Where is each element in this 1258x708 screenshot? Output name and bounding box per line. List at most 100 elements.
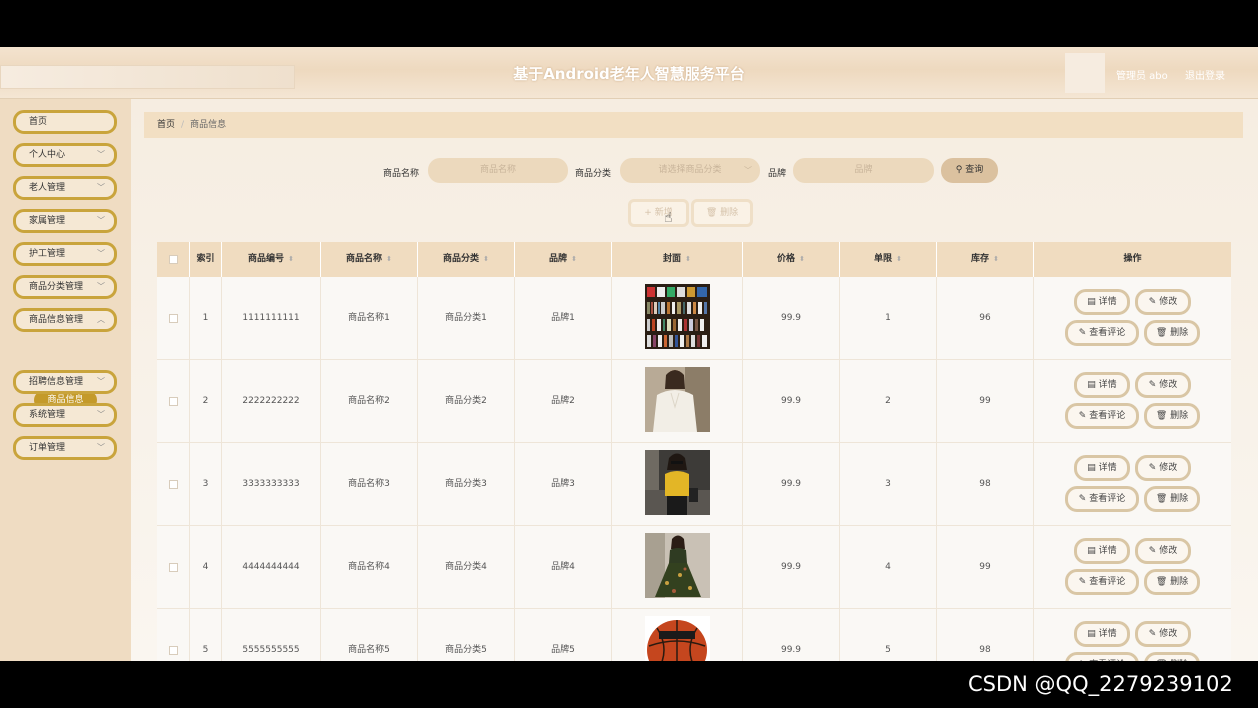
cell-code: 3333333333	[222, 443, 321, 526]
select-all-checkbox[interactable]	[169, 255, 178, 264]
detail-button[interactable]: ▤ 详情	[1074, 621, 1130, 647]
row-checkbox[interactable]	[169, 646, 178, 655]
row-select-cell	[157, 277, 190, 360]
edit-button-label: 修改	[1159, 380, 1178, 390]
cover-image-yellow-top	[645, 450, 710, 515]
table-row: 2 2222222222 商品名称2 商品分类2 品牌2 99.9 2 99 ▤ 详情 ✎ 修改 ✎…	[157, 360, 1231, 443]
edit-button[interactable]: ✎ 修改	[1135, 455, 1191, 481]
sidebar-item-orders[interactable]: 订单管理 ﹀	[13, 436, 117, 460]
batch-delete-label: 删除	[720, 208, 739, 218]
app-title: 基于Android老年人智慧服务平台	[513, 65, 745, 83]
column-header[interactable]: 封面 ⬍	[612, 242, 743, 277]
detail-button[interactable]: ▤ 详情	[1074, 538, 1130, 564]
detail-button-label: 详情	[1098, 297, 1117, 307]
detail-button-label: 详情	[1098, 629, 1117, 639]
column-header[interactable]: 单限 ⬍	[840, 242, 937, 277]
cell-stock: 98	[937, 609, 1034, 661]
sidebar-item-home[interactable]: 首页	[13, 110, 117, 134]
column-header-label: 库存	[971, 254, 990, 264]
trash-icon: 🗑	[1155, 411, 1171, 421]
main-content: 首页 / 商品信息 商品名称 商品名称 商品分类 请选择商品分类 ﹀ 品牌 品牌 ⚲ …	[131, 99, 1258, 661]
search-icon: ⚲	[955, 165, 966, 175]
brand-search-input[interactable]: 品牌	[793, 158, 934, 183]
cover-image-floral-dress	[645, 533, 710, 598]
table-header: 索引 商品编号 ⬍ 商品名称 ⬍ 商品分类 ⬍ 品牌 ⬍ 封面 ⬍ 价格 ⬍ 单限 ⬍ 库存 ⬍…	[157, 242, 1231, 277]
document-icon: ▤	[1087, 297, 1099, 307]
sidebar-item-label: 首页	[29, 117, 48, 127]
edit-button[interactable]: ✎ 修改	[1135, 289, 1191, 315]
edit-button[interactable]: ✎ 修改	[1135, 538, 1191, 564]
cover-image-bookshelf	[645, 284, 710, 349]
sidebar-item-profile[interactable]: 个人中心 ﹀	[13, 143, 117, 167]
logout-link[interactable]: 退出登录	[1185, 67, 1225, 82]
actions-cell: ▤ 详情✎ 修改 ✎ 查看评论🗑 删除	[1034, 526, 1231, 609]
sidebar-item-caregiver[interactable]: 护工管理 ﹀	[13, 242, 117, 266]
cell-name: 商品名称2	[321, 360, 418, 443]
column-header[interactable]: 商品编号 ⬍	[222, 242, 321, 277]
batch-delete-button[interactable]: 🗑 删除	[691, 199, 753, 227]
detail-button[interactable]: ▤ 详情	[1074, 455, 1130, 481]
sort-icon: ⬍	[483, 255, 489, 263]
detail-button[interactable]: ▤ 详情	[1074, 289, 1130, 315]
column-header[interactable]: 品牌 ⬍	[515, 242, 612, 277]
chevron-down-icon: ﹀	[97, 443, 105, 452]
column-header[interactable]: 商品分类 ⬍	[418, 242, 515, 277]
sidebar-item-recruitment[interactable]: 招聘信息管理 ﹀	[13, 370, 117, 394]
document-icon: ▤	[1087, 380, 1099, 390]
view-comments-button-label: 查看评论	[1089, 577, 1126, 587]
cell-index: 1	[190, 277, 222, 360]
edit-button[interactable]: ✎ 修改	[1135, 621, 1191, 647]
delete-button[interactable]: 🗑 删除	[1144, 403, 1200, 429]
breadcrumb-separator: /	[181, 120, 185, 130]
sidebar-item-family[interactable]: 家属管理 ﹀	[13, 209, 117, 233]
add-button[interactable]: + 新增	[628, 199, 689, 227]
cell-category: 商品分类3	[418, 443, 515, 526]
cell-index: 5	[190, 609, 222, 661]
sidebar-item-product-info[interactable]: 商品信息管理 ︿	[13, 308, 117, 332]
pencil-icon: ✎	[1148, 380, 1160, 390]
detail-button-label: 详情	[1098, 380, 1117, 390]
view-comments-button[interactable]: ✎ 查看评论	[1065, 320, 1139, 346]
sidebar-item-product-category[interactable]: 商品分类管理 ﹀	[13, 275, 117, 299]
column-header[interactable]: 价格 ⬍	[743, 242, 840, 277]
delete-button[interactable]: 🗑 删除	[1144, 569, 1200, 595]
view-comments-button-label: 查看评论	[1089, 494, 1126, 504]
cover-cell	[612, 360, 743, 443]
view-comments-button[interactable]: ✎ 查看评论	[1065, 486, 1139, 512]
cell-code: 5555555555	[222, 609, 321, 661]
row-select-cell	[157, 609, 190, 661]
sidebar-item-elderly[interactable]: 老人管理 ﹀	[13, 176, 117, 200]
sidebar-item-system[interactable]: 系统管理 ﹀	[13, 403, 117, 427]
delete-button-label: 删除	[1170, 328, 1189, 338]
detail-button[interactable]: ▤ 详情	[1074, 372, 1130, 398]
category-select[interactable]: 请选择商品分类 ﹀	[620, 158, 760, 183]
table-row: 4 4444444444 商品名称4 商品分类4 品牌4 99.9 4 99 ▤ 详情 ✎ 修改 ✎…	[157, 526, 1231, 609]
cell-stock: 99	[937, 360, 1034, 443]
view-comments-button[interactable]: ✎ 查看评论	[1065, 569, 1139, 595]
trash-icon: 🗑	[1155, 494, 1171, 504]
delete-button[interactable]: 🗑 删除	[1144, 652, 1200, 661]
name-search-input[interactable]: 商品名称	[428, 158, 568, 183]
edit-button[interactable]: ✎ 修改	[1135, 372, 1191, 398]
sidebar-item-label: 家属管理	[29, 216, 66, 226]
cell-name: 商品名称4	[321, 526, 418, 609]
cell-name: 商品名称5	[321, 609, 418, 661]
column-header[interactable]: 库存 ⬍	[937, 242, 1034, 277]
delete-button[interactable]: 🗑 删除	[1144, 486, 1200, 512]
row-checkbox[interactable]	[169, 563, 178, 572]
edit-button-label: 修改	[1159, 629, 1178, 639]
search-button[interactable]: ⚲ 查询	[941, 158, 998, 183]
breadcrumb-home[interactable]: 首页	[157, 120, 175, 130]
plus-icon: +	[644, 208, 655, 218]
delete-button[interactable]: 🗑 删除	[1144, 320, 1200, 346]
view-comments-button[interactable]: ✎ 查看评论	[1065, 652, 1139, 661]
row-checkbox[interactable]	[169, 314, 178, 323]
chevron-down-icon: ﹀	[97, 183, 105, 192]
view-comments-button[interactable]: ✎ 查看评论	[1065, 403, 1139, 429]
row-checkbox[interactable]	[169, 397, 178, 406]
sidebar-item-label: 商品分类管理	[29, 282, 84, 292]
column-header[interactable]: 商品名称 ⬍	[321, 242, 418, 277]
actions-cell: ▤ 详情✎ 修改 ✎ 查看评论🗑 删除	[1034, 443, 1231, 526]
row-checkbox[interactable]	[169, 480, 178, 489]
cell-code: 1111111111	[222, 277, 321, 360]
